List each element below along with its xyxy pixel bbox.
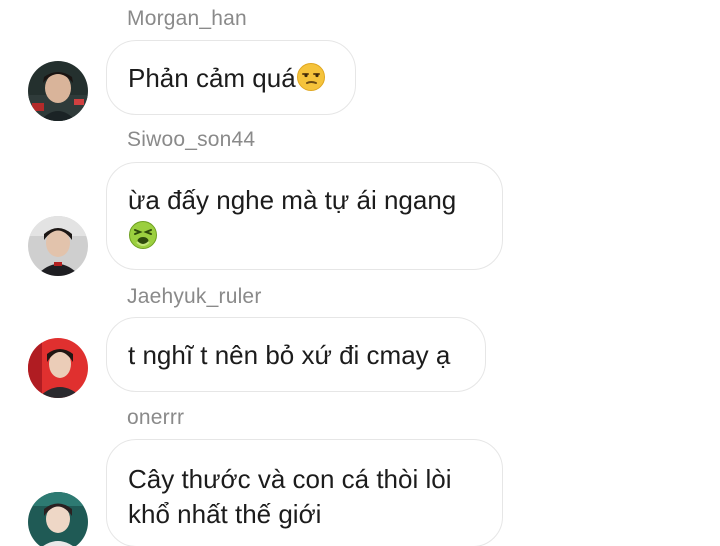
message-text: ừa đấy nghe mà tự ái ngang xyxy=(128,185,457,215)
message-bubble[interactable]: ừa đấy nghe mà tự ái ngang xyxy=(106,162,503,270)
avatar-photo xyxy=(28,492,88,546)
avatar[interactable] xyxy=(28,492,88,546)
avatar-photo xyxy=(28,338,88,398)
nauseated-face-emoji-icon xyxy=(128,220,158,259)
avatar[interactable] xyxy=(28,61,88,121)
message-text: Phản cảm quá xyxy=(128,63,296,93)
message-bubble[interactable]: Phản cảm quá xyxy=(106,40,356,115)
message-text: t nghĩ t nên bỏ xứ đi cmay ạ xyxy=(128,340,451,370)
avatar-photo xyxy=(28,61,88,121)
message-text: Cây thước và con cá thòi lòi khổ nhất th… xyxy=(128,464,452,529)
sender-name[interactable]: Siwoo_son44 xyxy=(127,128,255,152)
sender-name[interactable]: Jaehyuk_ruler xyxy=(127,285,262,309)
sender-name[interactable]: Morgan_han xyxy=(127,7,247,31)
message-bubble[interactable]: t nghĩ t nên bỏ xứ đi cmay ạ xyxy=(106,317,486,392)
unamused-face-emoji-icon xyxy=(296,62,326,101)
avatar-photo xyxy=(28,216,88,276)
message-bubble[interactable]: Cây thước và con cá thòi lòi khổ nhất th… xyxy=(106,439,503,546)
chat-thread: Morgan_han Phản cảm quá Siwoo_son44 ừa đ… xyxy=(0,0,720,546)
sender-name[interactable]: onerrr xyxy=(127,406,184,430)
avatar[interactable] xyxy=(28,338,88,398)
avatar[interactable] xyxy=(28,216,88,276)
